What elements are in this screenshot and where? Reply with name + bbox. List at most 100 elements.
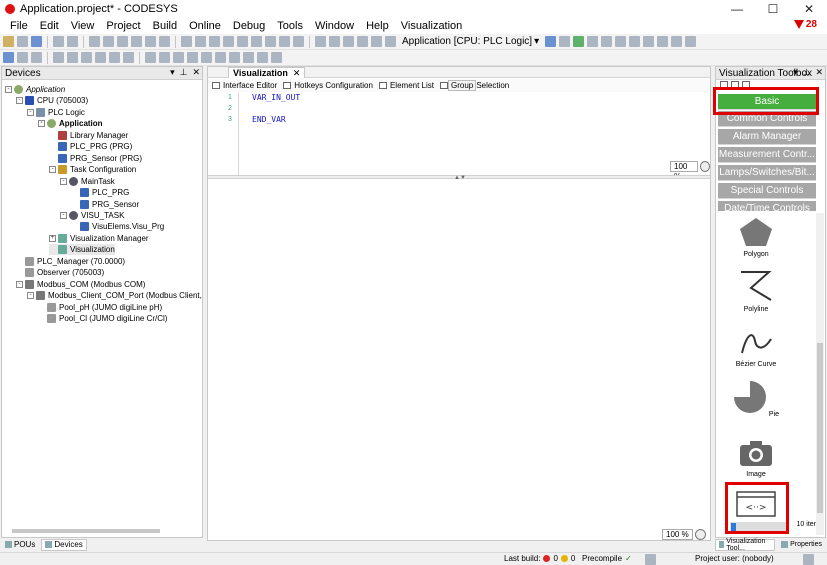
reset-icon[interactable] xyxy=(601,36,613,47)
send-back-icon[interactable] xyxy=(187,52,198,63)
copy-icon[interactable] xyxy=(131,36,142,47)
group-icon[interactable] xyxy=(145,52,156,63)
tree-node[interactable]: Pool_Cl (JUMO digiLine Cr/Cl) xyxy=(38,313,167,324)
redo-icon[interactable] xyxy=(103,36,114,47)
distribute-v-icon[interactable] xyxy=(257,52,268,63)
tab-visualization-toolbox[interactable]: Visualization Tool... xyxy=(715,538,776,552)
breakpoint-list-icon[interactable] xyxy=(343,36,354,47)
active-application-selector[interactable]: Application [CPU: PLC Logic] ▾ xyxy=(399,36,542,47)
preview-icon[interactable] xyxy=(17,52,28,63)
same-width-icon[interactable] xyxy=(201,52,212,63)
category-date-time[interactable]: Date/Time Controls xyxy=(718,201,816,211)
tree-node[interactable]: Pool_pH (JUMO digiLine pH) xyxy=(38,302,162,313)
toolbox-scrollbar[interactable] xyxy=(816,213,824,535)
print-preview-icon[interactable] xyxy=(67,36,78,47)
declaration-editor[interactable]: 1 2 3 VAR_IN_OUT END_VAR 100 % xyxy=(208,93,710,181)
tree-node[interactable]: - Application xyxy=(38,118,103,129)
tree-node[interactable]: PRG_Sensor xyxy=(71,199,139,210)
menu-build[interactable]: Build xyxy=(147,18,183,34)
subtab-element-list[interactable]: Element List xyxy=(378,81,434,90)
layout-icon[interactable] xyxy=(385,36,396,47)
subtab-hotkeys[interactable]: Hotkeys Configuration xyxy=(283,81,373,90)
delete-icon[interactable] xyxy=(159,36,170,47)
collapse-icon[interactable]: - xyxy=(60,211,67,219)
tab-properties[interactable]: Properties xyxy=(777,539,826,551)
step-over-icon[interactable] xyxy=(615,36,627,47)
step-out-icon[interactable] xyxy=(643,36,655,47)
ungroup-icon[interactable] xyxy=(159,52,170,63)
pin-icon[interactable]: ⊥ xyxy=(803,67,811,78)
tree-node[interactable]: - PLC Logic xyxy=(27,107,85,118)
bookmark-next-icon[interactable] xyxy=(223,36,234,47)
expand-icon[interactable]: + xyxy=(49,234,56,242)
element-bezier-curve[interactable]: Bézier Curve xyxy=(732,327,780,368)
tree-node[interactable]: - CPU (705003) xyxy=(16,95,88,106)
bookmark-icon[interactable] xyxy=(209,36,220,47)
panel-menu-icon[interactable]: ▾ xyxy=(793,67,798,78)
same-height-icon[interactable] xyxy=(215,52,226,63)
zoom-level[interactable]: 100 % xyxy=(662,528,693,540)
clean-icon[interactable] xyxy=(293,36,304,47)
element-image[interactable]: Image xyxy=(732,439,780,478)
same-size-icon[interactable] xyxy=(229,52,240,63)
tree-node[interactable]: PRG_Sensor (PRG) xyxy=(49,153,142,164)
tree-node[interactable]: Visualization xyxy=(49,244,115,256)
menu-view[interactable]: View xyxy=(65,18,101,34)
category-lamps-switches[interactable]: Lamps/Switches/Bit... xyxy=(718,165,816,181)
tab-devices[interactable]: Devices xyxy=(41,538,87,551)
replace-icon[interactable] xyxy=(195,36,206,47)
tree-node[interactable]: + Visualization Manager xyxy=(49,233,149,244)
minimize-button[interactable]: — xyxy=(719,0,755,18)
align-top-icon[interactable] xyxy=(67,52,78,63)
align-center-icon[interactable] xyxy=(109,52,120,63)
code-line[interactable]: VAR_IN_OUT xyxy=(252,93,300,102)
new-project-icon[interactable] xyxy=(3,36,14,47)
align-bottom-icon[interactable] xyxy=(95,52,106,63)
tree-node[interactable]: - Application xyxy=(5,84,65,95)
collapse-icon[interactable]: - xyxy=(16,280,23,288)
menu-online[interactable]: Online xyxy=(183,18,227,34)
run-to-cursor-icon[interactable] xyxy=(657,36,669,47)
menu-window[interactable]: Window xyxy=(309,18,360,34)
tree-node[interactable]: PLC_Manager (70.0000) xyxy=(16,256,125,267)
window-icon[interactable] xyxy=(371,36,382,47)
magnifier-icon[interactable] xyxy=(694,528,706,540)
cut-icon[interactable] xyxy=(117,36,128,47)
collapse-icon[interactable]: - xyxy=(27,108,34,116)
element-polygon[interactable]: Polygon xyxy=(732,217,780,258)
tree-node[interactable]: - MainTask xyxy=(60,176,115,187)
login-icon[interactable] xyxy=(545,36,557,47)
pin-icon[interactable]: ⊥ xyxy=(180,67,188,78)
collapse-icon[interactable]: - xyxy=(5,86,12,93)
subtab-interface-editor[interactable]: Interface Editor xyxy=(212,81,277,90)
save-icon[interactable] xyxy=(31,36,42,47)
collapse-icon[interactable]: - xyxy=(49,166,56,174)
tree-node[interactable]: Observer (705003) xyxy=(16,267,104,278)
notification-badge[interactable]: 28 xyxy=(793,19,817,30)
precompile-status[interactable]: Precompile ✓ xyxy=(582,554,632,563)
bring-front-icon[interactable] xyxy=(173,52,184,63)
write-values-icon[interactable] xyxy=(671,36,683,47)
logout-icon[interactable] xyxy=(559,36,571,47)
collapse-icon[interactable]: - xyxy=(60,177,67,185)
collapse-icon[interactable]: - xyxy=(27,292,34,300)
code-line[interactable]: END_VAR xyxy=(252,115,286,124)
bookmark-prev-icon[interactable] xyxy=(237,36,248,47)
distribute-h-icon[interactable] xyxy=(243,52,254,63)
menu-help[interactable]: Help xyxy=(360,18,395,34)
element-polyline[interactable]: Polyline xyxy=(732,270,780,313)
tab-visualization[interactable]: Visualization ✕ xyxy=(228,67,306,79)
element-pie[interactable]: Pie xyxy=(732,380,780,418)
category-special-controls[interactable]: Special Controls xyxy=(718,183,816,199)
close-button[interactable]: ✕ xyxy=(791,0,827,18)
select-mode-icon[interactable] xyxy=(3,52,14,63)
tree-node[interactable]: VisuElems.Visu_Prg xyxy=(71,221,164,232)
close-tab-icon[interactable]: ✕ xyxy=(293,68,301,79)
tree-node[interactable]: PLC_PRG xyxy=(71,187,129,198)
start-icon[interactable] xyxy=(573,36,585,47)
find-icon[interactable] xyxy=(181,36,192,47)
align-right-icon[interactable] xyxy=(81,52,92,63)
step-into-icon[interactable] xyxy=(629,36,641,47)
tree-node[interactable]: PLC_PRG (PRG) xyxy=(49,141,132,152)
collapse-icon[interactable]: - xyxy=(16,97,23,105)
